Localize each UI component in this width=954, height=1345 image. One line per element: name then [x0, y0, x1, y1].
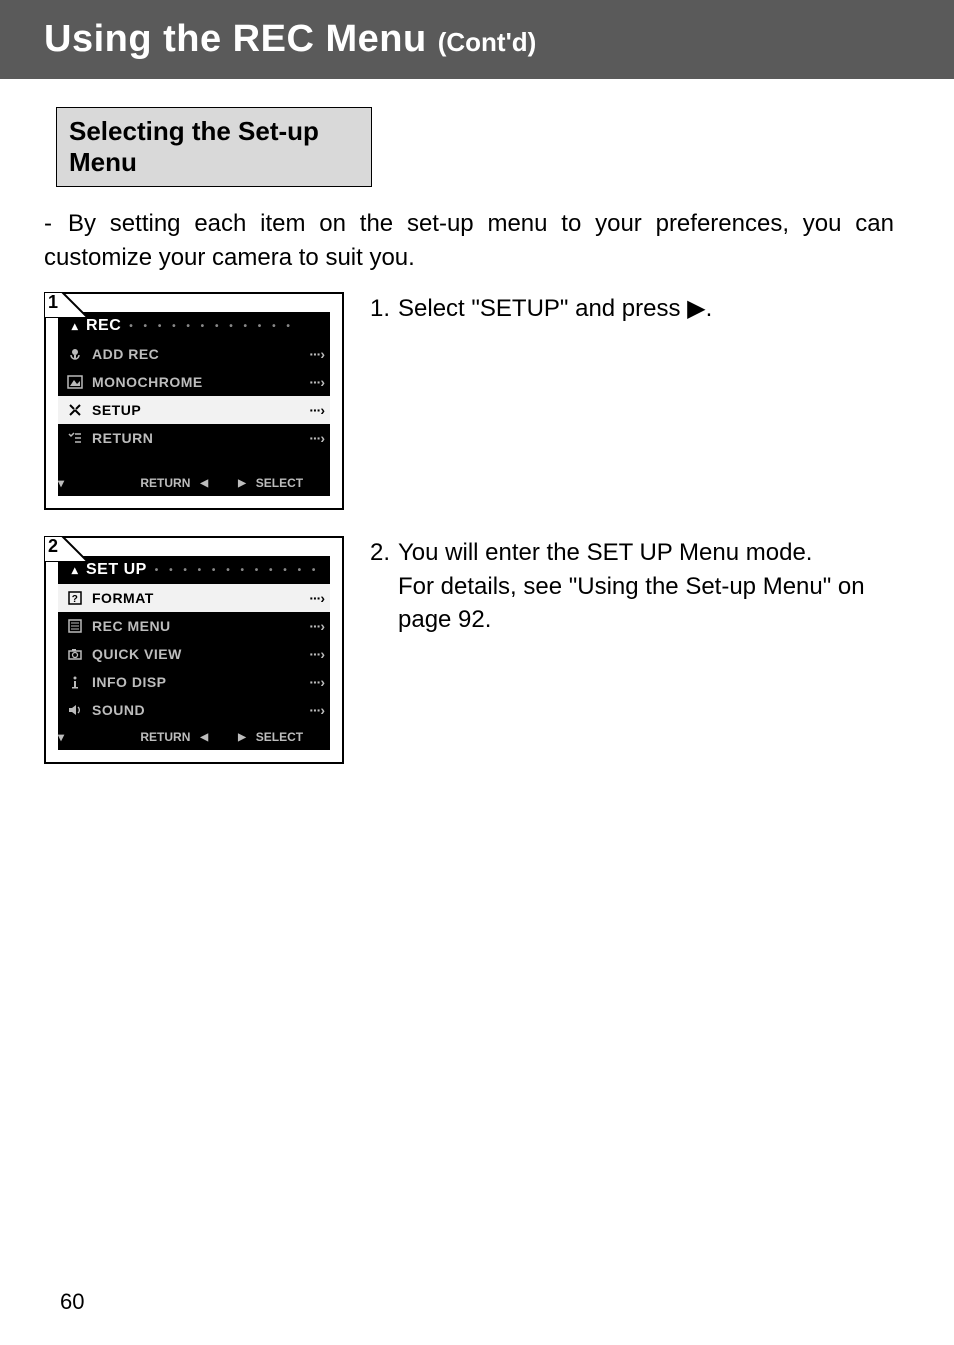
screenshot-number-2: 2 [48, 536, 58, 557]
submenu-arrow-icon: ···› [309, 346, 324, 362]
intro-paragraph: - By setting each item on the set-up men… [0, 187, 954, 284]
lcd-screen-2: ▴ SET UP • • • • • • • • • • • • ? FORMA… [58, 556, 330, 750]
lcd2-footer-return: RETURN [140, 730, 190, 744]
camera-icon [64, 646, 86, 662]
submenu-arrow-icon: ···› [309, 402, 324, 418]
lcd1-footer-return: RETURN [140, 476, 190, 490]
lcd1-item-setup: SETUP ···› [58, 396, 330, 424]
lcd2-footer-select: SELECT [256, 730, 303, 744]
lcd1-item-label: ADD REC [86, 346, 309, 362]
submenu-arrow-icon: ···› [309, 430, 324, 446]
step-2-row: 2 ▴ SET UP • • • • • • • • • • • • ? FOR… [0, 528, 954, 764]
step-2-body-line2: For details, see "Using the Set-up Menu"… [398, 573, 865, 634]
page-title-bar: Using the REC Menu (Cont'd) [0, 0, 954, 79]
intro-dash: - [44, 207, 68, 241]
screenshot-box-1: 1 ▴ REC • • • • • • • • • • • • ADD REC … [44, 292, 344, 510]
submenu-arrow-icon: ···› [309, 674, 324, 690]
step-2-body-line1: You will enter the SET UP Menu mode. [398, 539, 812, 566]
lcd2-item-rec-menu: REC MENU ···› [58, 612, 330, 640]
lcd1-header-row: ▴ REC • • • • • • • • • • • • [58, 312, 330, 340]
chevron-down-icon: ▾ [58, 476, 64, 490]
lcd1-item-label: RETURN [86, 430, 309, 446]
lcd1-item-monochrome: MONOCHROME ···› [58, 368, 330, 396]
step-1-row: 1 ▴ REC • • • • • • • • • • • • ADD REC … [0, 284, 954, 510]
tools-icon [64, 402, 86, 418]
lcd1-footer: ▾ RETURN ◀ ▶ SELECT [58, 470, 330, 496]
lcd2-item-info-disp: INFO DISP ···› [58, 668, 330, 696]
screenshot-box-2: 2 ▴ SET UP • • • • • • • • • • • • ? FOR… [44, 536, 344, 764]
mic-icon [64, 346, 86, 362]
lcd2-item-label: REC MENU [86, 618, 309, 634]
lcd1-item-add-rec: ADD REC ···› [58, 340, 330, 368]
step-1-body: Select "SETUP" and press ▶. [398, 295, 712, 322]
step-1-number: 1. [370, 292, 398, 326]
intro-text: By setting each item on the set-up menu … [44, 210, 894, 271]
page-number: 60 [60, 1289, 84, 1315]
submenu-arrow-icon: ···› [309, 702, 324, 718]
lcd2-item-label: QUICK VIEW [86, 646, 309, 662]
chevron-up-icon: ▴ [64, 563, 86, 577]
step-2-number: 2. [370, 536, 398, 570]
checklist-icon [64, 430, 86, 446]
lcd1-header-dots: • • • • • • • • • • • • [121, 321, 324, 332]
card-question-icon: ? [64, 590, 86, 606]
lcd2-item-label: INFO DISP [86, 674, 309, 690]
list-icon [64, 618, 86, 634]
chevron-down-icon: ▾ [58, 730, 64, 744]
submenu-arrow-icon: ···› [309, 646, 324, 662]
triangle-left-icon: ◀ [200, 478, 208, 489]
page-title-main: Using the REC Menu [44, 18, 438, 60]
section-heading: Selecting the Set-up Menu [56, 107, 372, 187]
triangle-right-icon: ▶ [238, 478, 246, 489]
step-2-text: 2.You will enter the SET UP Menu mode. F… [344, 536, 910, 637]
svg-text:?: ? [72, 594, 79, 605]
submenu-arrow-icon: ···› [309, 374, 324, 390]
page: Using the REC Menu (Cont'd) Selecting th… [0, 0, 954, 1345]
lcd1-item-label: SETUP [86, 402, 309, 418]
screenshot-number-1: 1 [48, 292, 58, 313]
lcd2-item-format: ? FORMAT ···› [58, 584, 330, 612]
triangle-right-icon: ▶ [238, 732, 246, 743]
lcd2-item-label: SOUND [86, 702, 309, 718]
lcd2-item-quick-view: QUICK VIEW ···› [58, 640, 330, 668]
lcd2-item-sound: SOUND ···› [58, 696, 330, 724]
submenu-arrow-icon: ···› [309, 590, 324, 606]
lcd2-item-label: FORMAT [86, 590, 309, 606]
lcd-screen-1: ▴ REC • • • • • • • • • • • • ADD REC ··… [58, 312, 330, 496]
lcd1-spacer [58, 452, 330, 470]
info-icon [64, 674, 86, 690]
lcd2-header-row: ▴ SET UP • • • • • • • • • • • • [58, 556, 330, 584]
lcd1-footer-select: SELECT [256, 476, 303, 490]
section-heading-wrap: Selecting the Set-up Menu [0, 79, 954, 187]
speaker-icon [64, 702, 86, 718]
triangle-left-icon: ◀ [200, 732, 208, 743]
lcd2-header-title: SET UP [86, 561, 147, 579]
submenu-arrow-icon: ···› [309, 618, 324, 634]
chevron-up-icon: ▴ [64, 319, 86, 333]
lcd1-item-return: RETURN ···› [58, 424, 330, 452]
page-title-sub: (Cont'd) [438, 27, 537, 57]
lcd1-item-label: MONOCHROME [86, 374, 309, 390]
lcd2-footer: ▾ RETURN ◀ ▶ SELECT [58, 724, 330, 750]
step-1-text: 1.Select "SETUP" and press ▶. [344, 292, 910, 326]
lcd2-header-dots: • • • • • • • • • • • • [147, 565, 324, 576]
picture-icon [64, 374, 86, 390]
lcd1-header-title: REC [86, 317, 121, 335]
